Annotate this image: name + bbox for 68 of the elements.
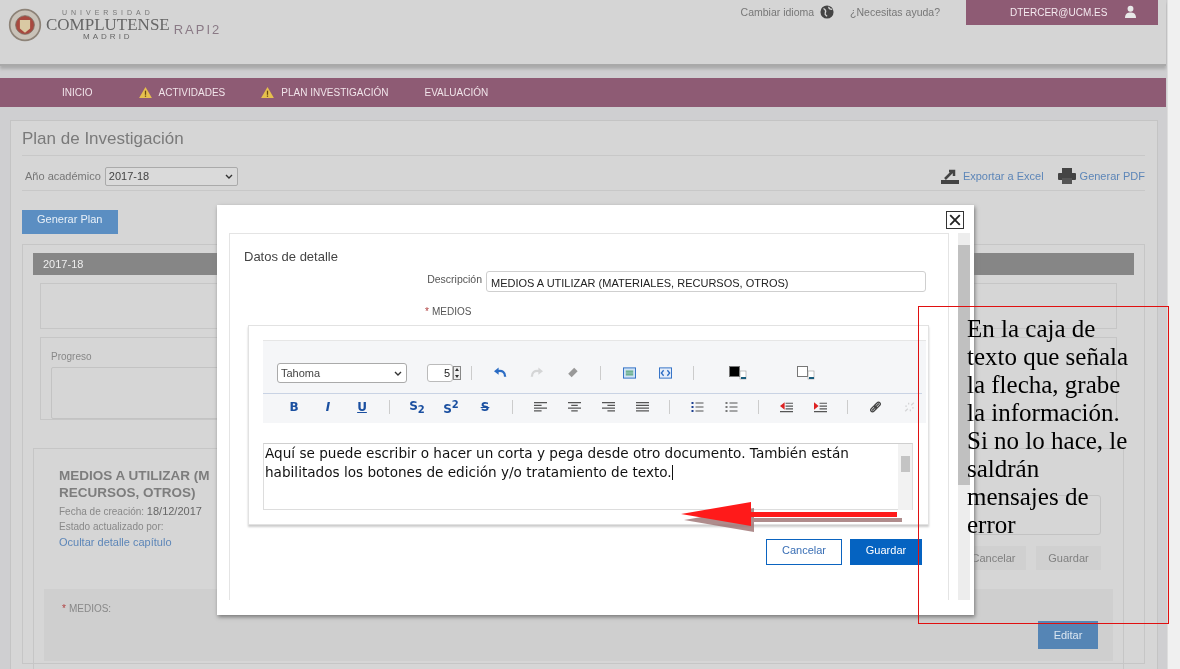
nav-tab[interactable]: INICIO [62,87,93,98]
highlight-color-icon [797,366,815,380]
tool-superscript-button[interactable]: S$^{2}$ [438,397,464,417]
generate-plan-button[interactable]: Generar Plan [22,210,118,234]
progress-label: Progreso [51,351,92,362]
printer-icon [1057,168,1076,184]
logo-name-text: COMPLUTENSE [46,16,170,33]
tool-bold-button[interactable]: B [281,397,307,417]
outdent-icon [779,401,793,413]
tool-strike-button[interactable]: S [472,397,498,417]
caret-icon [394,370,402,376]
font-select[interactable]: Tahoma [277,363,407,383]
description-label: Descripción [427,272,482,285]
save-button[interactable]: Guardar [850,539,922,565]
picture-icon [622,367,636,379]
chapter-title: MEDIOS A UTILIZAR (M RECURSOS, OTROS) [59,467,211,501]
pdf-link[interactable]: Generar PDF [1079,170,1145,182]
tool-subscript-button[interactable]: S$_{2}$ [404,397,430,417]
nav-tab[interactable]: ACTIVIDADES [138,87,226,98]
app-name: RAPI2 [173,21,222,37]
number-list-icon [724,401,738,413]
nav-tab[interactable]: PLAN INVESTIGACIÓN [261,87,389,98]
cancel-button[interactable]: Cancelar [766,539,842,565]
close-icon [949,214,961,226]
justify-icon [635,401,649,413]
align-center-icon [567,401,581,413]
editor-text-area[interactable]: Aquí se puede escribir o hacer un corta y pega desde otro documento. También están habilitados los botones de edición y/o tratamiento de texto. [263,443,913,510]
tool-underline-button[interactable]: U [349,397,375,417]
created-label: Fecha de creación: [59,506,145,517]
edit-button[interactable]: Editar [1038,621,1098,649]
save-button[interactable]: Guardar [1036,546,1101,570]
scrollbar[interactable] [1167,0,1180,669]
broken-chain-icon [902,401,916,413]
text-color-icon [729,366,747,380]
globe-icon [820,5,835,19]
logo-city-text: MADRID [83,33,133,41]
tool-italic-button[interactable]: I [315,397,341,417]
bullet-list-icon [690,401,704,413]
user-menu[interactable]: DTERCER@UCM.ES [966,0,1158,25]
close-button[interactable] [946,211,964,229]
spinner-arrows-icon [453,366,461,380]
required-mark: * [62,603,66,614]
language-link[interactable]: Cambiar idioma [740,6,815,18]
export-icon [940,168,959,184]
field-label: MEDIOS [431,306,472,317]
annotation-text: En la caja de texto que señala la flecha, grabe la información. Si no lo hace, le saldrán mensajes de error [967,315,1129,539]
caret-icon [224,173,233,179]
align-right-icon [601,401,615,413]
redo-icon [529,367,543,379]
created-date: 18/12/2017 [146,505,202,517]
editor-scrollbar[interactable] [898,444,912,510]
source-code-icon [658,367,672,379]
required-mark: * [425,306,429,317]
nav-tab[interactable]: EVALUACIÓN [424,87,489,98]
crest-icon [8,8,42,42]
year-label: Año académico [25,170,101,182]
page-title: Plan de Investigación [22,129,1145,156]
help-link[interactable]: ¿Necesitas ayuda? [850,6,940,18]
undo-icon [493,367,507,379]
align-left-icon [533,401,547,413]
field-label: MEDIOS: [68,603,112,614]
person-icon [1125,5,1136,18]
chain-icon [868,401,882,413]
export-link[interactable]: Exportar a Excel [962,170,1044,182]
description-field[interactable]: MEDIOS A UTILIZAR (MATERIALES, RECURSOS, OTROS) [486,271,926,292]
year-select[interactable]: 2017-18 [104,166,238,186]
updated-label: Estado actualizado por: [59,521,164,532]
indent-icon [813,401,827,413]
